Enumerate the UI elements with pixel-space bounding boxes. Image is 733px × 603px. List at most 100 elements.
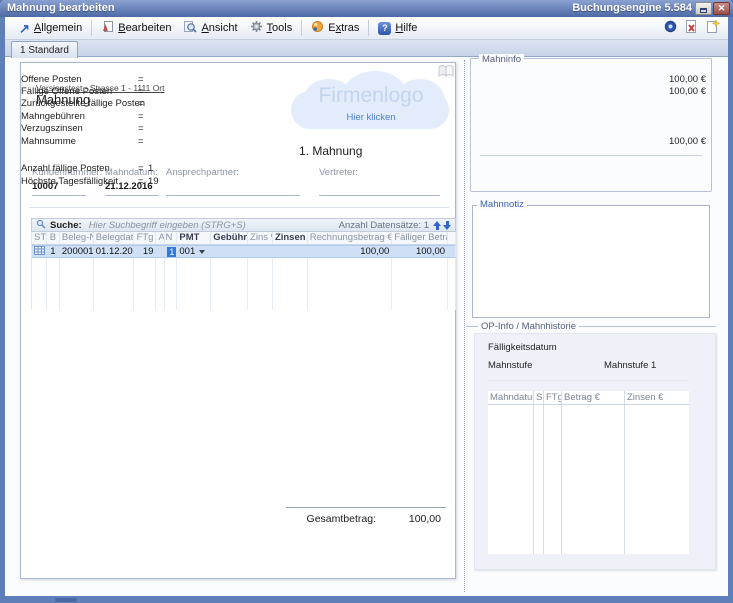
minimize-button[interactable] <box>695 2 712 15</box>
info-row: Höchste Tagesfälligkeit=19 <box>21 176 714 188</box>
divider <box>488 404 689 405</box>
magnifier-page-icon <box>183 20 197 36</box>
focused-cell-value: 1 <box>167 247 176 257</box>
record-count-label: Anzahl Datensätze: 1 <box>339 220 429 231</box>
info-value: 100,00 € <box>669 74 706 85</box>
info-row: Mahngebühren= <box>21 111 714 123</box>
divider <box>286 507 446 508</box>
column-header[interactable]: PMT <box>177 232 211 244</box>
chevron-down-icon <box>199 250 205 254</box>
positions-empty-row <box>31 271 456 284</box>
info-row: Fällige Offene Posten=100,00 € <box>21 86 714 98</box>
close-button[interactable]: ✕ <box>713 2 730 15</box>
column-header[interactable]: Beleg-Nr. <box>60 232 94 244</box>
tab-standard[interactable]: 1 Standard <box>11 41 78 58</box>
column-header[interactable]: Belegdatum <box>94 232 134 244</box>
column-header-filler <box>448 232 455 244</box>
column-header[interactable]: A <box>156 232 165 244</box>
equals-sign: = <box>138 98 144 109</box>
cell-filler <box>448 246 455 257</box>
record-disc-icon[interactable] <box>664 20 677 36</box>
positions-empty-rows <box>31 258 456 310</box>
minimize-icon <box>700 8 707 13</box>
column-header[interactable]: FTg <box>134 232 157 244</box>
delete-record-icon[interactable] <box>685 20 698 36</box>
cell-zinsen[interactable] <box>273 246 308 257</box>
info-row: Mahnsumme=100,00 € <box>21 136 714 148</box>
positions-empty-row <box>31 297 456 310</box>
equals-sign: = <box>138 136 144 147</box>
column-header[interactable]: B <box>47 232 60 244</box>
toolbar-item-bearbeiten[interactable]: Bearbeiten <box>95 18 177 38</box>
toolbar-item-hilfe[interactable]: ? Hilfe <box>372 20 423 37</box>
cell-rechnungsbetrag[interactable]: 100,00 <box>308 246 393 257</box>
arrow-northeast-icon: ↗ <box>19 22 30 35</box>
history-table: Mahndatum S FTg Betrag € Zinsen € <box>488 391 689 554</box>
info-value: 1 <box>148 163 153 174</box>
cell-beleg-nr[interactable]: 200001 <box>60 246 94 257</box>
cell-belegdatum[interactable]: 01.12.2016 <box>94 246 134 257</box>
tab-strip: 1 Standard <box>5 40 728 57</box>
history-column: S <box>534 391 544 554</box>
divider <box>29 207 449 208</box>
gear-icon <box>250 20 263 36</box>
column-header[interactable]: Gebühr € <box>211 232 248 244</box>
toolbar-separator <box>91 20 92 36</box>
content-area: Versionstest - Strasse 1 - 1111 Ort Mahn… <box>5 57 728 596</box>
cell-b[interactable]: 1 <box>47 246 60 257</box>
mahnnotiz-title: Mahnnotiz <box>477 199 527 210</box>
toolbar-item-tools[interactable]: Tools <box>244 18 299 38</box>
column-header[interactable]: ST <box>32 232 47 244</box>
mahnstufe-value: Mahnstufe 1 <box>604 360 656 371</box>
cell-n-focused[interactable]: 1 <box>165 246 177 257</box>
equals-sign: = <box>138 163 144 174</box>
toolbar-item-allgemein[interactable]: ↗ Allgemein <box>13 20 88 37</box>
toolbar: ↗ Allgemein Bearbeiten Ansicht Tools Ext… <box>5 17 728 40</box>
cell-a[interactable] <box>156 246 165 257</box>
info-row: Anzahl fällige Posten=1 <box>21 163 714 175</box>
search-icon <box>36 219 46 232</box>
cell-faelliger-betrag[interactable]: 100,00 <box>392 246 448 257</box>
toolbar-label-allgemein: Allgemein <box>34 22 82 34</box>
table-row-selected[interactable]: 1 200001 01.12.2016 19 1 001 100,00 100,… <box>31 245 456 258</box>
toolbar-item-extras[interactable]: Extras <box>305 18 365 38</box>
column-header[interactable]: Zins % <box>248 232 273 244</box>
column-header[interactable]: Fälliger Betrag € <box>392 232 448 244</box>
equals-sign: = <box>138 86 144 97</box>
mahnnotiz-textarea[interactable] <box>472 205 710 318</box>
toolbar-separator <box>301 20 302 36</box>
equals-sign: = <box>138 74 144 85</box>
arrow-up-icon[interactable] <box>433 221 441 230</box>
toolbar-label-extras: Extras <box>328 22 359 34</box>
sort-arrows <box>433 221 451 230</box>
column-header[interactable]: Rechnungsbetrag € <box>308 232 393 244</box>
positions-empty-row <box>31 284 456 297</box>
mahninfo-title: Mahninfo <box>479 54 524 65</box>
search-label: Suche: <box>50 220 82 231</box>
column-header[interactable]: Zinsen € <box>273 232 308 244</box>
cell-ftg[interactable]: 19 <box>134 246 157 257</box>
toolbar-label-hilfe: Hilfe <box>395 22 417 34</box>
info-row: Verzugszinsen= <box>21 123 714 135</box>
app-window: Mahnung bearbeiten Buchungsengine 5.584 … <box>0 0 733 603</box>
column-header[interactable]: N <box>165 232 177 244</box>
resize-grip[interactable] <box>55 598 77 602</box>
cell-gebuehr[interactable] <box>211 246 248 257</box>
cell-zins-prozent[interactable] <box>248 246 273 257</box>
help-icon: ? <box>378 22 391 35</box>
op-info-card: Fälligkeitsdatum Mahnstufe Mahnstufe 1 M… <box>474 333 716 570</box>
toolbar-label-bearbeiten: Bearbeiten <box>118 22 171 34</box>
search-input[interactable]: Hier Suchbegriff eingeben (STRG+S) <box>89 220 246 231</box>
cell-pmt-dropdown[interactable]: 001 <box>177 246 211 257</box>
row-detail-grid-icon[interactable] <box>32 246 47 257</box>
history-column: Zinsen € <box>625 391 689 554</box>
total-label: Gesamtbetrag: <box>281 513 376 525</box>
arrow-down-icon[interactable] <box>443 221 451 230</box>
history-column: FTg <box>544 391 562 554</box>
toolbar-item-ansicht[interactable]: Ansicht <box>177 18 243 38</box>
new-record-icon[interactable] <box>706 20 720 36</box>
divider <box>480 155 702 156</box>
record-count-value: 1 <box>424 220 429 231</box>
positions-table: Suche: Hier Suchbegriff eingeben (STRG+S… <box>31 218 456 310</box>
op-info-title: OP-Info / Mahnhistorie <box>478 321 579 332</box>
